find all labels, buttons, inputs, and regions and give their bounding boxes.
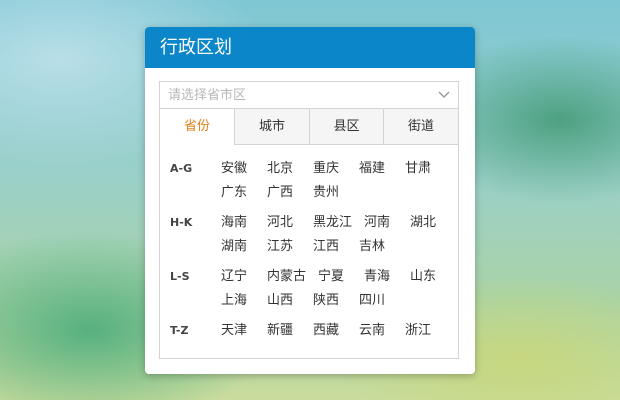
province-item[interactable]: 安徽: [215, 157, 261, 181]
region-select[interactable]: [159, 81, 459, 109]
province-item[interactable]: 西藏: [307, 319, 353, 343]
province-item[interactable]: 内蒙古: [261, 265, 312, 289]
province-item[interactable]: 四川: [353, 289, 399, 313]
province-item[interactable]: 河北: [261, 211, 307, 235]
region-dropdown-panel: 省份 城市 县区 街道 A-G 安徽 北京 重庆 福建 甘肃 广东 广西 贵州: [159, 109, 459, 359]
province-item[interactable]: 福建: [353, 157, 399, 181]
province-item[interactable]: 江西: [307, 235, 353, 259]
province-group-t-z: T-Z 天津 新疆 西藏 云南 浙江: [160, 319, 458, 343]
province-item[interactable]: 辽宁: [215, 265, 261, 289]
tab-bar: 省份 城市 县区 街道: [160, 109, 458, 145]
tab-county[interactable]: 县区: [309, 109, 383, 145]
province-item[interactable]: 广西: [261, 181, 307, 205]
group-items: 天津 新疆 西藏 云南 浙江: [215, 319, 455, 343]
group-label: L-S: [170, 270, 190, 283]
province-item[interactable]: 广东: [215, 181, 261, 205]
tab-city[interactable]: 城市: [234, 109, 309, 145]
province-group-h-k: H-K 海南 河北 黑龙江 河南 湖北 湖南 江苏 江西 吉林: [160, 211, 458, 259]
province-item[interactable]: 河南: [358, 211, 404, 235]
province-item[interactable]: 青海: [358, 265, 404, 289]
group-items: 辽宁 内蒙古 宁夏 青海 山东 上海 山西 陕西 四川: [215, 265, 455, 313]
province-item[interactable]: 吉林: [353, 235, 399, 259]
province-item[interactable]: 湖南: [215, 235, 261, 259]
province-item[interactable]: 天津: [215, 319, 261, 343]
province-item[interactable]: 上海: [215, 289, 261, 313]
province-item[interactable]: 山东: [404, 265, 450, 289]
province-groups: A-G 安徽 北京 重庆 福建 甘肃 广东 广西 贵州 H-K 海南 河北 黑龙…: [160, 157, 458, 349]
province-item[interactable]: 江苏: [261, 235, 307, 259]
group-label: H-K: [170, 216, 193, 229]
province-item[interactable]: 黑龙江: [307, 211, 358, 235]
region-select-input[interactable]: [168, 82, 428, 108]
province-item[interactable]: 海南: [215, 211, 261, 235]
panel-title: 行政区划: [145, 27, 475, 68]
tab-province[interactable]: 省份: [160, 109, 234, 145]
tab-street[interactable]: 街道: [383, 109, 458, 145]
province-item[interactable]: 陕西: [307, 289, 353, 313]
province-item[interactable]: 湖北: [404, 211, 450, 235]
province-group-l-s: L-S 辽宁 内蒙古 宁夏 青海 山东 上海 山西 陕西 四川: [160, 265, 458, 313]
group-label: A-G: [170, 162, 193, 175]
group-label: T-Z: [170, 324, 189, 337]
region-picker-panel: 行政区划 省份 城市 县区 街道 A-G 安徽 北京 重庆 福建 甘肃: [145, 27, 475, 374]
province-group-a-g: A-G 安徽 北京 重庆 福建 甘肃 广东 广西 贵州: [160, 157, 458, 205]
province-item[interactable]: 山西: [261, 289, 307, 313]
province-item[interactable]: 贵州: [307, 181, 353, 205]
chevron-down-icon[interactable]: [438, 88, 450, 100]
province-item[interactable]: 云南: [353, 319, 399, 343]
province-item[interactable]: 浙江: [399, 319, 445, 343]
group-items: 海南 河北 黑龙江 河南 湖北 湖南 江苏 江西 吉林: [215, 211, 455, 259]
province-item[interactable]: 甘肃: [399, 157, 445, 181]
province-item[interactable]: 北京: [261, 157, 307, 181]
group-items: 安徽 北京 重庆 福建 甘肃 广东 广西 贵州: [215, 157, 455, 205]
province-item[interactable]: 重庆: [307, 157, 353, 181]
province-item[interactable]: 宁夏: [312, 265, 358, 289]
province-item[interactable]: 新疆: [261, 319, 307, 343]
